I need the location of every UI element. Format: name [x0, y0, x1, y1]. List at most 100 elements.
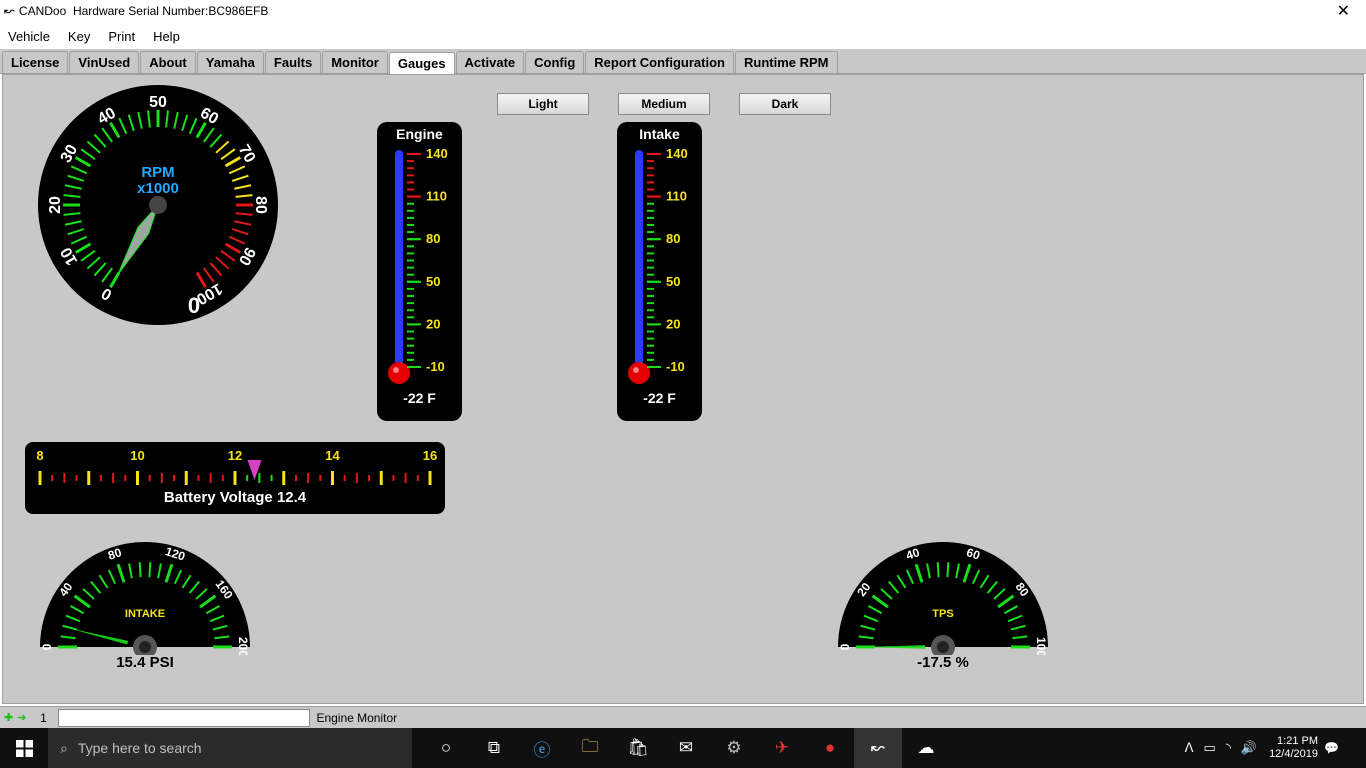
clock-date: 12/4/2019 — [1269, 748, 1318, 761]
tab-vinused[interactable]: VinUsed — [69, 51, 139, 73]
svg-text:50: 50 — [666, 274, 680, 289]
menu-print[interactable]: Print — [108, 29, 135, 44]
svg-text:RPM: RPM — [141, 164, 174, 181]
intake-thermo-reading: -22 F — [617, 390, 702, 406]
svg-text:10: 10 — [58, 244, 82, 268]
taskbar-search[interactable]: ⌕ Type here to search — [48, 728, 412, 768]
app-icon-3[interactable]: ● — [806, 728, 854, 768]
explorer-icon[interactable]: 🗀 — [566, 728, 614, 768]
tab-license[interactable]: License — [2, 51, 68, 73]
medium-button[interactable]: Medium — [618, 93, 710, 115]
svg-text:40: 40 — [95, 105, 119, 129]
store-icon[interactable]: 🛍 — [614, 728, 662, 768]
svg-text:70: 70 — [235, 142, 259, 166]
volume-icon[interactable]: 🔊 — [1241, 740, 1257, 756]
svg-text:10: 10 — [130, 448, 144, 463]
intake-pressure-value: 15.4 PSI — [35, 654, 255, 671]
notifications-icon[interactable]: 💬 — [1324, 741, 1366, 755]
candoo-taskbar-icon[interactable]: ↜ — [854, 728, 902, 768]
task-view-icon[interactable]: ⧉ — [470, 728, 518, 768]
app-name: CANDoo — [19, 4, 66, 18]
dark-button[interactable]: Dark — [739, 93, 831, 115]
titlebar: ↜ CANDoo Hardware Serial Number:BC986EFB… — [0, 0, 1366, 23]
cortana-icon[interactable]: ○ — [422, 728, 470, 768]
svg-text:30: 30 — [58, 142, 82, 166]
menu-help[interactable]: Help — [153, 29, 180, 44]
svg-text:80: 80 — [252, 196, 269, 214]
status-arrow-icon: ➔ — [17, 711, 26, 724]
svg-text:14: 14 — [325, 448, 340, 463]
tab-runtime-rpm[interactable]: Runtime RPM — [735, 51, 838, 73]
engine-thermometer: Engine -10205080110140 -22 F — [377, 122, 462, 421]
menu-key[interactable]: Key — [68, 29, 90, 44]
svg-text:Battery Voltage 12.4: Battery Voltage 12.4 — [164, 489, 307, 506]
svg-text:20: 20 — [666, 316, 680, 331]
svg-text:110: 110 — [426, 189, 447, 204]
tabbar: License VinUsed About Yamaha Faults Moni… — [0, 49, 1366, 74]
svg-text:0: 0 — [99, 284, 115, 303]
gauge-panel: Light Medium Dark 0102030405060708090100… — [2, 74, 1364, 704]
tray-expand-icon[interactable]: ᐱ — [1185, 740, 1194, 756]
app-icon: ↜ — [4, 3, 15, 19]
svg-text:INTAKE: INTAKE — [125, 608, 165, 620]
status-message: Engine Monitor — [316, 711, 397, 725]
battery-icon[interactable]: ▭ — [1204, 740, 1216, 756]
svg-text:20: 20 — [426, 316, 440, 331]
tab-gauges[interactable]: Gauges — [389, 52, 455, 74]
svg-text:100: 100 — [1034, 637, 1048, 655]
svg-text:140: 140 — [426, 146, 448, 161]
svg-text:TPS: TPS — [932, 608, 953, 620]
menubar: Vehicle Key Print Help — [0, 23, 1366, 49]
svg-text:-10: -10 — [426, 359, 445, 374]
tab-about[interactable]: About — [140, 51, 196, 73]
svg-text:x1000: x1000 — [137, 180, 179, 197]
taskbar-icons: ○ ⧉ ⓔ 🗀 🛍 ✉ ⚙ ✈ ● ↜ ☁ — [412, 728, 1179, 768]
status-field[interactable] — [58, 709, 310, 727]
svg-text:80: 80 — [666, 231, 680, 246]
search-placeholder: Type here to search — [78, 740, 202, 756]
svg-text:50: 50 — [149, 94, 167, 111]
svg-text:110: 110 — [666, 189, 687, 204]
taskbar: ⌕ Type here to search ○ ⧉ ⓔ 🗀 🛍 ✉ ⚙ ✈ ● … — [0, 728, 1366, 768]
title-text: CANDoo Hardware Serial Number:BC986EFB — [19, 4, 268, 18]
svg-text:0: 0 — [40, 643, 54, 650]
tab-faults[interactable]: Faults — [265, 51, 321, 73]
wifi-icon[interactable]: ◝ — [1226, 740, 1231, 756]
intake-thermo-title: Intake — [617, 126, 702, 142]
app-icon-4[interactable]: ☁ — [902, 728, 950, 768]
mail-icon[interactable]: ✉ — [662, 728, 710, 768]
light-button[interactable]: Light — [497, 93, 589, 115]
app-icon-2[interactable]: ✈ — [758, 728, 806, 768]
intake-pressure-gauge: 04080120160200INTAKE 15.4 PSI — [35, 535, 255, 671]
tab-yamaha[interactable]: Yamaha — [197, 51, 264, 73]
tab-monitor[interactable]: Monitor — [322, 51, 388, 73]
battery-voltage-gauge: 810121416Battery Voltage 12.4 — [25, 442, 445, 514]
svg-text:0: 0 — [188, 293, 200, 318]
svg-text:140: 140 — [666, 146, 688, 161]
rpm-gauge: 0102030405060708090100RPMx10000 — [38, 85, 278, 325]
svg-text:20: 20 — [47, 196, 64, 214]
app-icon-1[interactable]: ⚙ — [710, 728, 758, 768]
tab-report-configuration[interactable]: Report Configuration — [585, 51, 734, 73]
serial-label: Hardware Serial Number: — [73, 4, 208, 18]
svg-text:50: 50 — [426, 274, 440, 289]
taskbar-clock[interactable]: 1:21 PM 12/4/2019 — [1263, 735, 1324, 761]
svg-text:80: 80 — [426, 231, 440, 246]
tab-config[interactable]: Config — [525, 51, 584, 73]
tps-gauge: 020406080100TPS -17.5 % — [833, 535, 1053, 671]
close-icon[interactable]: ✕ — [1325, 1, 1362, 21]
svg-text:-10: -10 — [666, 359, 685, 374]
serial-number: BC986EFB — [208, 4, 268, 18]
svg-text:60: 60 — [197, 105, 221, 129]
svg-text:90: 90 — [235, 244, 259, 268]
tab-activate[interactable]: Activate — [456, 51, 525, 73]
statusbar: ✚ ➔ 1 Engine Monitor — [0, 706, 1366, 728]
status-led-icon: ✚ — [4, 711, 13, 724]
edge-icon[interactable]: ⓔ — [518, 728, 566, 768]
system-tray: ᐱ ▭ ◝ 🔊 — [1179, 740, 1263, 756]
menu-vehicle[interactable]: Vehicle — [8, 29, 50, 44]
engine-thermo-title: Engine — [377, 126, 462, 142]
svg-text:8: 8 — [36, 448, 43, 463]
svg-text:12: 12 — [228, 448, 242, 463]
start-button[interactable] — [0, 728, 48, 768]
